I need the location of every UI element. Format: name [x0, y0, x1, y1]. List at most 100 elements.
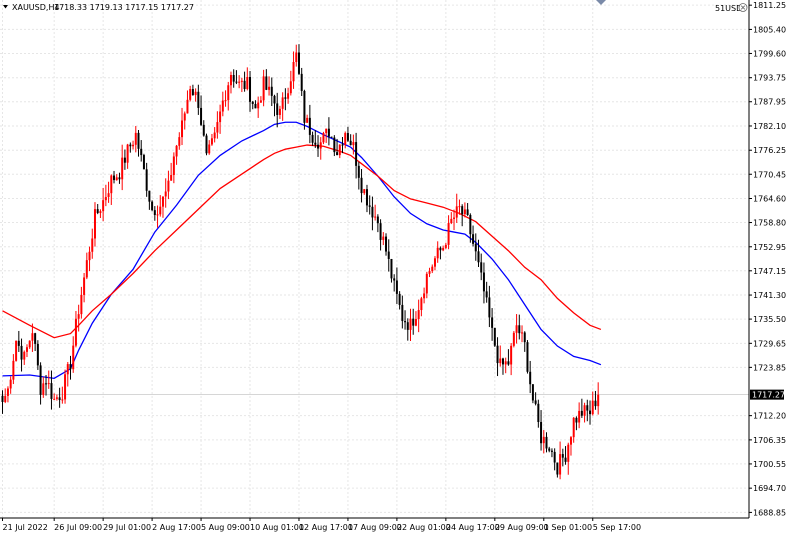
candle[interactable] [493, 327, 496, 347]
candle-body [39, 365, 42, 395]
candle-body [501, 358, 504, 365]
x-tick-label: 24 Aug 17:00 [446, 523, 500, 532]
candle-body [545, 436, 548, 449]
candle-body [308, 117, 311, 135]
candle-body [178, 137, 181, 146]
candle-body [474, 243, 477, 252]
candle-body [243, 80, 246, 90]
candle-body [1, 395, 4, 402]
candle-body [284, 97, 287, 99]
candle-body [126, 144, 129, 163]
candle-body [210, 138, 213, 145]
candle[interactable] [531, 384, 534, 404]
candle-body [338, 144, 341, 156]
candle-body [104, 197, 107, 201]
x-tick-label: 10 Aug 01:00 [250, 523, 304, 532]
candle-body [227, 85, 230, 101]
candle-body [355, 142, 358, 166]
candle-body [300, 73, 303, 91]
candle-body [115, 177, 118, 181]
candle-body [85, 260, 88, 278]
candle-body [450, 218, 453, 224]
candle-body [4, 395, 7, 402]
candle-body [496, 345, 499, 364]
candle-body [297, 52, 300, 74]
candle[interactable] [151, 200, 154, 212]
candle-body [235, 81, 238, 83]
candle-body [148, 190, 151, 202]
candle-body [251, 101, 254, 104]
candle-body [504, 361, 507, 365]
candle-body [295, 52, 298, 63]
candle[interactable] [526, 340, 529, 374]
candle-body [382, 236, 385, 240]
candle-body [455, 206, 458, 218]
candle-body [412, 318, 415, 326]
y-tick-label: 1694.70 [753, 484, 786, 493]
y-tick-label: 1793.75 [753, 74, 786, 83]
candle[interactable] [15, 340, 18, 362]
candle-body [376, 216, 379, 224]
candle-body [257, 102, 260, 109]
candle[interactable] [322, 131, 325, 145]
x-tick-label: 2 Aug 17:00 [152, 523, 201, 532]
candle-body [575, 417, 578, 423]
candle-body [510, 345, 513, 365]
candle-body [167, 180, 170, 192]
candle-body [276, 103, 279, 115]
candle-body [42, 383, 45, 395]
candle-body [159, 206, 162, 215]
candle-body [140, 148, 143, 156]
candle-body [461, 206, 464, 215]
candle-body [537, 403, 540, 422]
candle-body [325, 128, 328, 134]
candle-body [156, 214, 159, 216]
price-chart[interactable]: 1811.25 1805.40 1799.60 1793.75 1787.95 1782.… [0, 0, 786, 534]
y-tick-label: 1799.60 [753, 49, 786, 58]
y-tick-label: 1752.95 [753, 243, 786, 252]
last-price-label: 1717.27 [752, 391, 785, 400]
candle-body [55, 397, 58, 399]
candle-body [123, 157, 126, 163]
candle-body [311, 134, 314, 143]
candle-body [357, 165, 360, 178]
candle[interactable] [205, 133, 208, 156]
y-tick-label: 1782.10 [753, 122, 786, 131]
candle-body [597, 394, 600, 407]
candle-body [333, 137, 336, 153]
candle-body [493, 327, 496, 346]
candle-body [53, 398, 56, 400]
candle-body [317, 144, 320, 149]
candle-body [72, 345, 75, 370]
candle-body [31, 333, 34, 341]
candle-body [385, 236, 388, 252]
candle[interactable] [512, 331, 515, 348]
candle-body [83, 277, 86, 295]
candle-body [472, 234, 475, 244]
candle-body [401, 304, 404, 322]
candle[interactable] [330, 136, 333, 138]
close-circle-icon[interactable] [738, 3, 748, 12]
candle[interactable] [64, 369, 67, 404]
chart-background [0, 0, 786, 534]
candle-body [336, 152, 339, 156]
candle-body [12, 360, 15, 380]
candle-body [47, 383, 50, 385]
candle-body [314, 142, 317, 145]
candle-body [387, 251, 390, 259]
candle-body [34, 333, 37, 344]
candle-body [172, 156, 175, 176]
candle-body [327, 128, 330, 137]
candle-body [526, 342, 529, 372]
candle[interactable] [142, 153, 145, 170]
y-tick-label: 1811.25 [753, 1, 786, 10]
candle-body [181, 120, 184, 138]
candle-body [64, 374, 67, 400]
candle-body [439, 247, 442, 251]
candle-body [232, 75, 235, 82]
candle-body [523, 332, 526, 343]
y-tick-label: 1787.95 [753, 98, 786, 107]
candle-body [121, 157, 124, 180]
candle-body [341, 144, 344, 146]
x-tick-label: 5 Aug 09:00 [201, 523, 250, 532]
